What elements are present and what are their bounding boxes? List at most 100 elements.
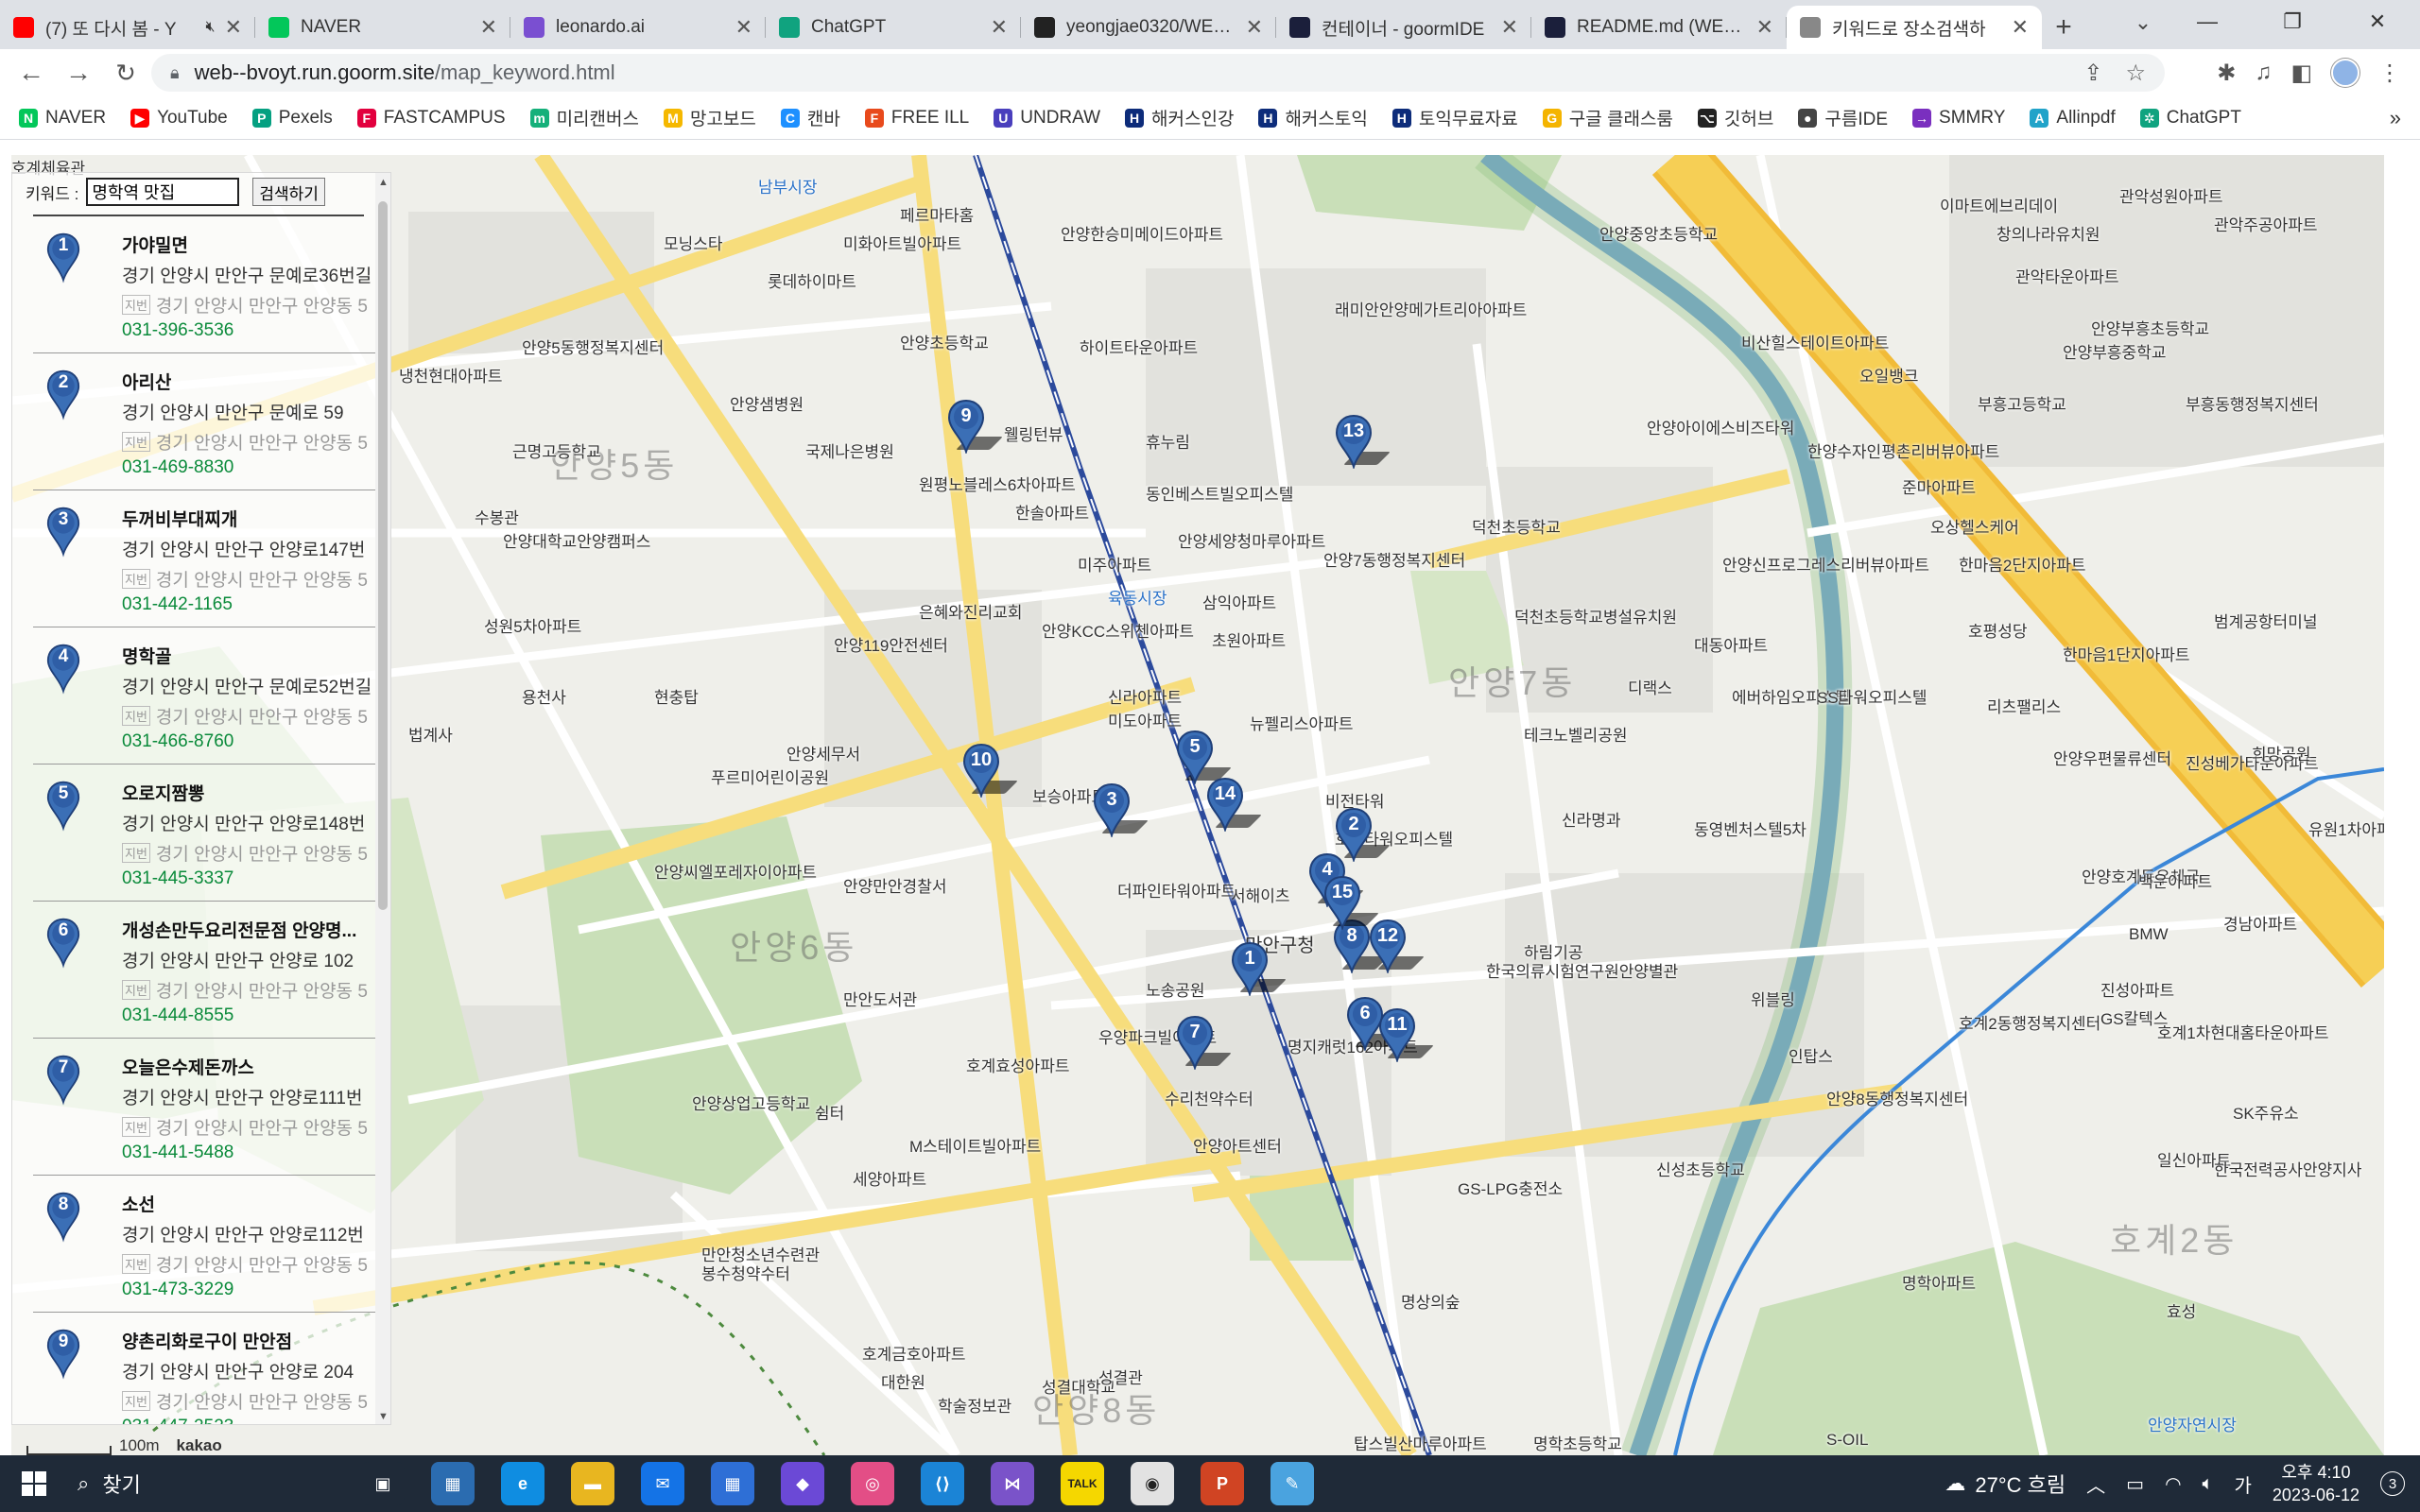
taskbar-app-icon[interactable]: ✎ [1270, 1462, 1314, 1505]
forward-button[interactable]: → [55, 49, 102, 96]
map-marker[interactable]: 10 [962, 743, 1018, 801]
taskbar-app-icon[interactable]: P [1201, 1462, 1244, 1505]
taskbar-app-icon[interactable]: ◆ [781, 1462, 824, 1505]
extensions-icon[interactable]: ✱ [2217, 60, 2236, 87]
map-marker[interactable]: 7 [1176, 1015, 1232, 1074]
ime-indicator[interactable]: 가 [2235, 1470, 2252, 1498]
bookmark-item[interactable]: ▶ YouTube [130, 108, 228, 129]
volume-icon[interactable]: 🔈︎ [2203, 1473, 2214, 1495]
tray-chevron-icon[interactable]: ︿ [2086, 1470, 2105, 1498]
map-marker[interactable]: 14 [1206, 777, 1262, 835]
result-item[interactable]: 2 아리산 경기 안양시 만안구 문예로 59 지번 경기 안양시 만안구 안양동… [33, 353, 377, 490]
close-tab-icon[interactable]: ✕ [1756, 15, 1773, 40]
restore-button[interactable]: ❐ [2250, 0, 2335, 43]
close-tab-icon[interactable]: ✕ [225, 15, 242, 40]
close-window-button[interactable]: ✕ [2335, 0, 2420, 43]
bookmark-item[interactable]: C 캔바 [780, 105, 840, 130]
back-button[interactable]: ← [8, 49, 55, 96]
keyword-input[interactable] [86, 178, 240, 206]
wifi-icon[interactable]: ◠ [2165, 1472, 2181, 1496]
map-marker[interactable]: 12 [1369, 919, 1425, 977]
result-item[interactable]: 5 오로지짬뽕 경기 안양시 만안구 안양로148번 지번 경기 안양시 만안구 … [33, 765, 377, 902]
clock[interactable]: 오후 4:10 2023-06-12 [2273, 1461, 2360, 1506]
notification-badge[interactable]: 3 [2380, 1471, 2405, 1496]
bookmark-item[interactable]: H 해커스토익 [1258, 105, 1368, 130]
address-bar[interactable]: 🔒︎ web--bvoyt.run.goorm.site/map_keyword… [151, 54, 2165, 92]
menu-kebab-icon[interactable]: ⋮ [2378, 60, 2401, 87]
map-marker[interactable]: 13 [1335, 414, 1391, 472]
start-button[interactable] [0, 1455, 68, 1512]
profile-avatar[interactable] [2331, 59, 2360, 87]
muted-speaker-icon[interactable]: 🔇︎ [205, 19, 215, 36]
browser-tab[interactable]: README.md (WEB_2 ✕ [1531, 6, 1787, 49]
browser-tab[interactable]: 컨테이너 - goormIDE ✕ [1276, 6, 1531, 49]
scroll-thumb[interactable] [378, 201, 388, 910]
reload-button[interactable]: ↻ [102, 49, 149, 96]
browser-tab[interactable]: yeongjae0320/WEB_2 ✕ [1021, 6, 1276, 49]
result-item[interactable]: 8 소선 경기 안양시 만안구 안양로112번 지번 경기 안양시 만안구 안양동… [33, 1176, 377, 1313]
close-tab-icon[interactable]: ✕ [1246, 15, 1263, 40]
bookmark-item[interactable]: ✲ ChatGPT [2139, 108, 2241, 129]
close-tab-icon[interactable]: ✕ [1501, 15, 1518, 40]
result-item[interactable]: 1 가야밀면 경기 안양시 만안구 문예로36번길 지번 경기 안양시 만안구 안… [33, 216, 377, 353]
bookmark-item[interactable]: N NAVER [19, 108, 106, 129]
result-item[interactable]: 3 두꺼비부대찌개 경기 안양시 만안구 안양로147번 지번 경기 안양시 만안… [33, 490, 377, 627]
minimize-button[interactable]: — [2165, 0, 2250, 43]
new-tab-button[interactable]: + [2042, 6, 2085, 49]
bookmark-item[interactable]: → SMMRY [1912, 108, 2005, 129]
taskbar-app-icon[interactable]: ⋈ [991, 1462, 1034, 1505]
result-item[interactable]: 4 명학골 경기 안양시 만안구 문예로52번길 지번 경기 안양시 만안구 안양… [33, 627, 377, 765]
bookmark-item[interactable]: H 토익무료자료 [1392, 105, 1518, 130]
search-button[interactable]: 검색하기 [252, 178, 325, 206]
taskbar-app-icon[interactable]: ▦ [711, 1462, 754, 1505]
close-tab-icon[interactable]: ✕ [991, 15, 1008, 40]
bookmark-item[interactable]: F FASTCAMPUS [356, 108, 506, 129]
taskbar-app-icon[interactable]: ▦ [431, 1462, 475, 1505]
result-item[interactable]: 6 개성손만두요리전문점 안양명... 경기 안양시 만안구 안양로 102 지… [33, 902, 377, 1039]
taskbar-app-icon[interactable]: ⟨⟩ [921, 1462, 964, 1505]
browser-tab[interactable]: leonardo.ai ✕ [510, 6, 766, 49]
network-icon[interactable]: ▭ [2126, 1472, 2144, 1496]
results-scrollbar[interactable]: ▲ ▼ [375, 173, 390, 1424]
taskbar-app-icon[interactable]: TALK [1061, 1462, 1104, 1505]
weather-widget[interactable]: ☁ 27°C 흐림 [1945, 1469, 2066, 1499]
bookmark-item[interactable]: ● 구름IDE [1798, 105, 1888, 130]
scroll-up-icon[interactable]: ▲ [378, 177, 389, 188]
browser-tab[interactable]: NAVER ✕ [255, 6, 510, 49]
browser-tab[interactable]: (7) 또 다시 봄 - Y 🔇︎ ✕ [0, 6, 255, 49]
map-marker[interactable]: 1 [1231, 941, 1287, 1000]
bookmarks-overflow-icon[interactable]: » [2390, 106, 2401, 130]
bookmark-item[interactable]: U UNDRAW [994, 108, 1100, 129]
bookmark-item[interactable]: A Allinpdf [2030, 108, 2116, 129]
side-panel-icon[interactable]: ◧ [2290, 60, 2312, 87]
browser-tab[interactable]: 키워드로 장소검색하 ✕ [1787, 6, 2042, 49]
taskbar-app-icon[interactable]: e [501, 1462, 544, 1505]
bookmark-item[interactable]: M 망고보드 [663, 105, 756, 130]
media-control-icon[interactable]: ♫ [2255, 60, 2272, 86]
share-icon[interactable]: ⇪ [2083, 60, 2102, 87]
close-tab-icon[interactable]: ✕ [2012, 15, 2029, 40]
map-marker[interactable]: 11 [1378, 1007, 1434, 1066]
tab-search-chevron-icon[interactable]: ⌄ [2121, 4, 2165, 42]
taskbar-app-icon[interactable]: ▣ [361, 1462, 405, 1505]
bookmark-item[interactable]: P Pexels [251, 108, 333, 129]
browser-tab[interactable]: ChatGPT ✕ [766, 6, 1021, 49]
bookmark-item[interactable]: m 미리캔버스 [529, 105, 639, 130]
taskbar-app-icon[interactable]: ▬ [571, 1462, 614, 1505]
bookmark-star-icon[interactable]: ☆ [2125, 60, 2146, 87]
map-marker[interactable]: 15 [1323, 875, 1379, 934]
map-marker[interactable]: 9 [947, 399, 1003, 457]
taskbar-app-icon[interactable]: ◎ [851, 1462, 894, 1505]
taskbar-search[interactable]: ⌕ 찾기 [68, 1455, 342, 1512]
result-item[interactable]: 7 오늘은수제돈까스 경기 안양시 만안구 안양로111번 지번 경기 안양시 만… [33, 1039, 377, 1176]
close-tab-icon[interactable]: ✕ [480, 15, 497, 40]
result-item[interactable]: 9 양촌리화로구이 만안점 경기 안양시 만안구 안양로 204 지번 경기 안양… [33, 1313, 377, 1424]
taskbar-app-icon[interactable]: ✉ [641, 1462, 684, 1505]
taskbar-app-icon[interactable]: ◉ [1131, 1462, 1174, 1505]
bookmark-item[interactable]: ⌥ 깃허브 [1697, 105, 1773, 130]
map-marker[interactable]: 3 [1093, 782, 1149, 841]
bookmark-item[interactable]: F FREE ILL [864, 108, 969, 129]
close-tab-icon[interactable]: ✕ [735, 15, 752, 40]
bookmark-item[interactable]: H 해커스인강 [1125, 105, 1234, 130]
bookmark-item[interactable]: G 구글 클래스룸 [1542, 105, 1673, 130]
